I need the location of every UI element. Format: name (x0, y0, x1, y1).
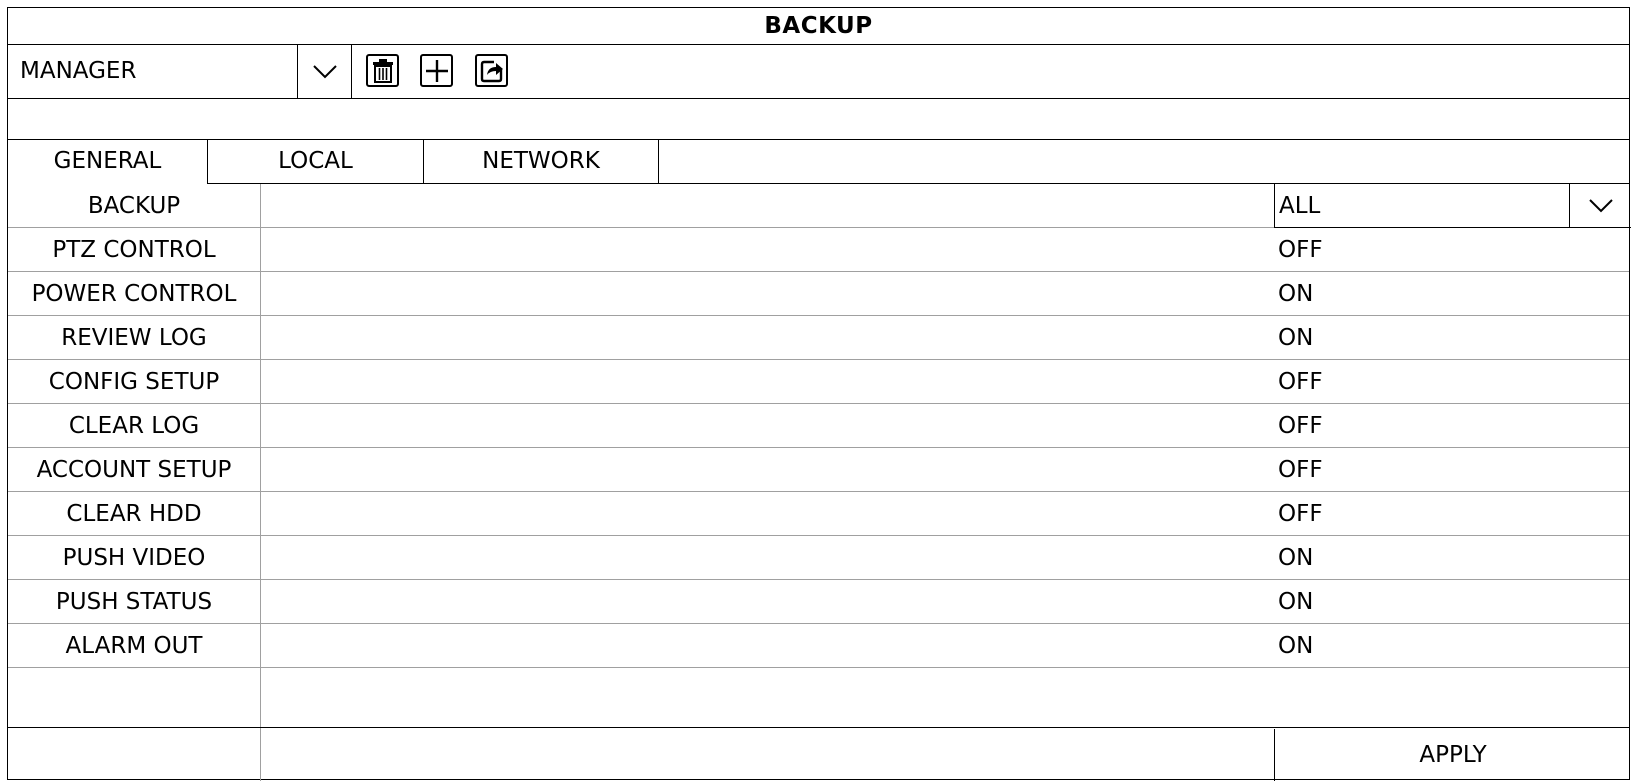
setting-row-config-setup: CONFIG SETUP OFF (8, 360, 1629, 404)
setting-row-alarm-out: ALARM OUT ON (8, 624, 1629, 668)
setting-label: CLEAR LOG (68, 413, 200, 439)
setting-row-push-video: PUSH VIDEO ON (8, 536, 1629, 580)
toolbar: MANAGER (8, 45, 1629, 99)
setting-label: REVIEW LOG (61, 325, 207, 351)
tab-bar: GENERAL LOCAL NETWORK (8, 140, 1629, 184)
setting-row-power-control: POWER CONTROL ON (8, 272, 1629, 316)
setting-label: PTZ CONTROL (52, 237, 216, 263)
setting-label: PUSH VIDEO (62, 545, 206, 571)
setting-toggle[interactable]: ON (1278, 272, 1313, 316)
setting-toggle[interactable]: OFF (1278, 492, 1323, 536)
setting-row-push-status: PUSH STATUS ON (8, 580, 1629, 624)
window-title: BACKUP (8, 8, 1629, 45)
tab-local[interactable]: LOCAL (208, 140, 424, 184)
setting-toggle[interactable]: OFF (1278, 360, 1323, 404)
export-button[interactable] (475, 54, 508, 87)
footer: APPLY (8, 684, 1629, 781)
plus-icon (425, 59, 448, 82)
setting-toggle[interactable]: OFF (1278, 228, 1323, 272)
blank-row (8, 684, 1629, 728)
user-select[interactable]: MANAGER (8, 45, 298, 98)
user-dropdown-button[interactable] (298, 45, 352, 98)
setting-row-review-log: REVIEW LOG ON (8, 316, 1629, 360)
setting-row-backup: BACKUP ALL (8, 184, 1631, 228)
setting-label: BACKUP (87, 193, 181, 219)
chevron-down-icon (1588, 198, 1613, 212)
setting-toggle[interactable]: OFF (1278, 404, 1323, 448)
setting-label: PUSH STATUS (55, 589, 213, 615)
blank-row (8, 99, 1629, 140)
backup-dropdown-button[interactable] (1569, 184, 1631, 227)
backup-window: BACKUP MANAGER GENERAL LOCAL NETWORK BAC… (7, 7, 1631, 781)
backup-select[interactable]: ALL (1274, 184, 1631, 228)
setting-toggle[interactable]: ON (1278, 580, 1313, 624)
setting-label: CONFIG SETUP (48, 369, 220, 395)
delete-button[interactable] (366, 54, 399, 87)
chevron-down-icon (312, 64, 337, 78)
setting-toggle[interactable]: OFF (1278, 448, 1323, 492)
setting-label: CLEAR HDD (66, 501, 202, 527)
setting-row-clear-log: CLEAR LOG OFF (8, 404, 1629, 448)
add-button[interactable] (420, 54, 453, 87)
setting-label: ALARM OUT (65, 633, 203, 659)
trash-icon (372, 58, 393, 83)
setting-toggle[interactable]: ON (1278, 624, 1313, 668)
setting-toggle[interactable]: ON (1278, 316, 1313, 360)
tab-network[interactable]: NETWORK (424, 140, 659, 184)
setting-label: ACCOUNT SETUP (36, 457, 232, 483)
export-icon (480, 60, 503, 82)
tab-bar-filler (659, 140, 1629, 184)
tab-general[interactable]: GENERAL (8, 140, 208, 184)
setting-row-clear-hdd: CLEAR HDD OFF (8, 492, 1629, 536)
setting-toggle[interactable]: ON (1278, 536, 1313, 580)
apply-button[interactable]: APPLY (1274, 729, 1631, 781)
backup-select-value[interactable]: ALL (1279, 184, 1320, 228)
setting-label: POWER CONTROL (31, 281, 237, 307)
setting-row-account-setup: ACCOUNT SETUP OFF (8, 448, 1629, 492)
setting-row-ptz-control: PTZ CONTROL OFF (8, 228, 1629, 272)
